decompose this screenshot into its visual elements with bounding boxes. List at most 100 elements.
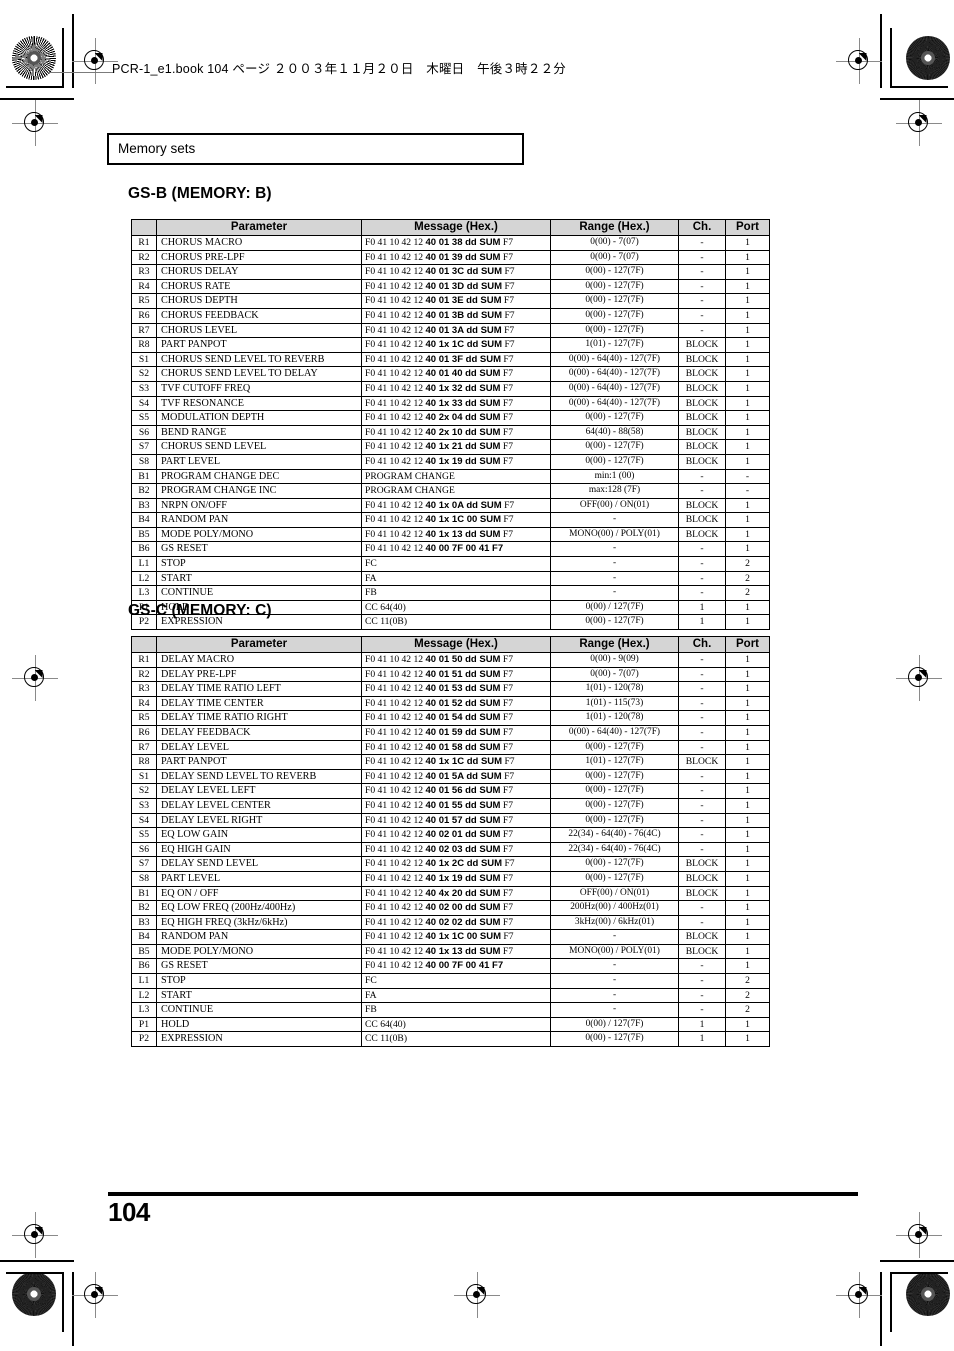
cell-channel: - — [678, 739, 726, 756]
cell-channel: - — [678, 585, 726, 601]
cell-range: - — [550, 585, 679, 601]
cell-port: 1 — [725, 943, 770, 960]
cell-port: 1 — [725, 1016, 770, 1033]
cell-range: 0(00) - 127(7F) — [550, 1031, 679, 1048]
table-row: L3 CONTINUE FB - -2 — [131, 1002, 770, 1018]
cell-id: S4 — [131, 812, 157, 829]
cell-channel: - — [678, 973, 726, 989]
table-row: B3 EQ HIGH FREQ (3kHz/6kHz) F0 41 10 42 12… — [131, 914, 770, 931]
cell-channel: BLOCK — [678, 497, 726, 514]
cell-message: F0 41 10 42 12 40 01 52 dd SUM F7 — [361, 695, 551, 712]
column-header-port: Port — [725, 636, 770, 653]
cell-channel: BLOCK — [678, 943, 726, 960]
cell-parameter: MODE POLY/MONO — [156, 943, 362, 960]
cell-channel: 1 — [678, 599, 726, 616]
cell-port: 1 — [725, 497, 770, 514]
cell-id: L1 — [131, 556, 157, 572]
cell-id: L3 — [131, 1002, 157, 1018]
cell-parameter: PART PANPOT — [156, 754, 362, 770]
cell-range: 0(00) - 127(7F) — [550, 783, 679, 799]
cell-message: FA — [361, 987, 551, 1004]
cell-message: CC 11(0B) — [361, 614, 551, 631]
table-row: S6 BEND RANGE F0 41 10 42 12 40 2x 10 dd S… — [131, 424, 770, 441]
table-row: R6 CHORUS FEEDBACK F0 41 10 42 12 40 01 3B… — [131, 307, 770, 324]
density-star-top-right — [906, 36, 950, 80]
cell-parameter: MODE POLY/MONO — [156, 526, 362, 543]
cell-channel: BLOCK — [678, 870, 726, 887]
cell-channel: - — [678, 827, 726, 843]
memory-set-table-gs-b: Parameter Message (Hex.) Range (Hex.) Ch… — [131, 219, 770, 631]
cell-parameter: DELAY TIME RATIO RIGHT — [156, 710, 362, 726]
cell-channel: 1 — [678, 614, 726, 631]
crop-line-bottom-left-v1 — [62, 1272, 64, 1332]
cell-channel: - — [678, 783, 726, 799]
cell-range: 0(00) - 127(7F) — [550, 797, 679, 814]
cell-port: 2 — [725, 585, 770, 601]
column-header-parameter: Parameter — [156, 219, 362, 236]
cell-range: 0(00) - 127(7F) — [550, 439, 679, 455]
cell-channel: BLOCK — [678, 424, 726, 441]
cell-parameter: PROGRAM CHANGE INC — [156, 483, 362, 499]
cell-port: 1 — [725, 710, 770, 726]
table-row: B1 PROGRAM CHANGE DEC PROGRAM CHANGE min:1 … — [131, 468, 770, 485]
crop-line-top-right-v1 — [890, 28, 892, 88]
table-row: R8 PART PANPOT F0 41 10 42 12 40 1x 1C dd … — [131, 337, 770, 353]
cell-range: 0(00) - 127(7F) — [550, 870, 679, 887]
cell-parameter: EQ LOW FREQ (200Hz/400Hz) — [156, 900, 362, 916]
column-header-ch: Ch. — [678, 219, 726, 236]
cell-id: S6 — [131, 424, 157, 441]
cell-message: F0 41 10 42 12 40 01 55 dd SUM F7 — [361, 797, 551, 814]
cell-parameter: CHORUS PRE-LPF — [156, 249, 362, 266]
crop-line-top-left-v1 — [62, 28, 64, 88]
cell-channel: BLOCK — [678, 885, 726, 902]
cell-port: 1 — [725, 249, 770, 266]
cell-port: 2 — [725, 987, 770, 1004]
cell-range: 0(00) - 127(7F) — [550, 293, 679, 309]
cell-id: L3 — [131, 585, 157, 601]
cell-message: F0 41 10 42 12 40 02 01 dd SUM F7 — [361, 827, 551, 843]
cell-parameter: CHORUS LEVEL — [156, 322, 362, 339]
table-row: S5 EQ LOW GAIN F0 41 10 42 12 40 02 01 dd … — [131, 827, 770, 843]
cell-port: 1 — [725, 958, 770, 975]
cell-port: 1 — [725, 929, 770, 945]
table-row: S7 DELAY SEND LEVEL F0 41 10 42 12 40 1x 2… — [131, 856, 770, 872]
table-row: R2 CHORUS PRE-LPF F0 41 10 42 12 40 01 39 … — [131, 249, 770, 266]
cell-channel: BLOCK — [678, 856, 726, 872]
table-row: L3 CONTINUE FB - -2 — [131, 585, 770, 601]
cell-channel: - — [678, 797, 726, 814]
cell-channel: - — [678, 468, 726, 485]
crop-line-top-left-h1 — [6, 86, 64, 88]
cell-id: R1 — [131, 652, 157, 668]
table-row: R1 CHORUS MACRO F0 41 10 42 12 40 01 38 dd… — [131, 235, 770, 251]
cell-port: 1 — [725, 681, 770, 697]
cell-message: F0 41 10 42 12 40 1x 21 dd SUM F7 — [361, 439, 551, 455]
cell-message: F0 41 10 42 12 40 1x 1C 00 SUM F7 — [361, 929, 551, 945]
registration-mark-bottom-center — [454, 1272, 500, 1318]
cell-parameter: CHORUS SEND LEVEL — [156, 439, 362, 455]
cell-port: 1 — [725, 754, 770, 770]
registration-mark-bottom-right — [836, 1272, 882, 1318]
cell-port: 1 — [725, 614, 770, 631]
cell-port: 1 — [725, 900, 770, 916]
cell-range: 22(34) - 64(40) - 76(4C) — [550, 841, 679, 858]
cell-range: 1(01) - 120(78) — [550, 681, 679, 697]
cell-parameter: BEND RANGE — [156, 424, 362, 441]
table-row: P1 HOLD CC 64(40) 0(00) / 127(7F) 1 1 — [131, 1016, 770, 1033]
table-row: S8 PART LEVEL F0 41 10 42 12 40 1x 19 dd S… — [131, 453, 770, 470]
registration-mark-left-upper — [12, 100, 58, 146]
cell-id: B3 — [131, 914, 157, 931]
cell-port: 1 — [725, 366, 770, 382]
column-header-ch: Ch. — [678, 636, 726, 653]
cell-message: F0 41 10 42 12 40 1x 13 dd SUM F7 — [361, 526, 551, 543]
cell-port: 1 — [725, 293, 770, 309]
cell-range: 1(01) - 115(73) — [550, 695, 679, 712]
cell-message: F0 41 10 42 12 40 01 40 dd SUM F7 — [361, 366, 551, 382]
cell-id: R4 — [131, 278, 157, 295]
cell-port: 2 — [725, 973, 770, 989]
cell-port: 1 — [725, 439, 770, 455]
cell-range: - — [550, 987, 679, 1004]
cell-port: 1 — [725, 307, 770, 324]
cell-id: S8 — [131, 870, 157, 887]
table-row: B6 GS RESET F0 41 10 42 12 40 00 7F 00 41 … — [131, 958, 770, 975]
cell-parameter: CONTINUE — [156, 585, 362, 601]
